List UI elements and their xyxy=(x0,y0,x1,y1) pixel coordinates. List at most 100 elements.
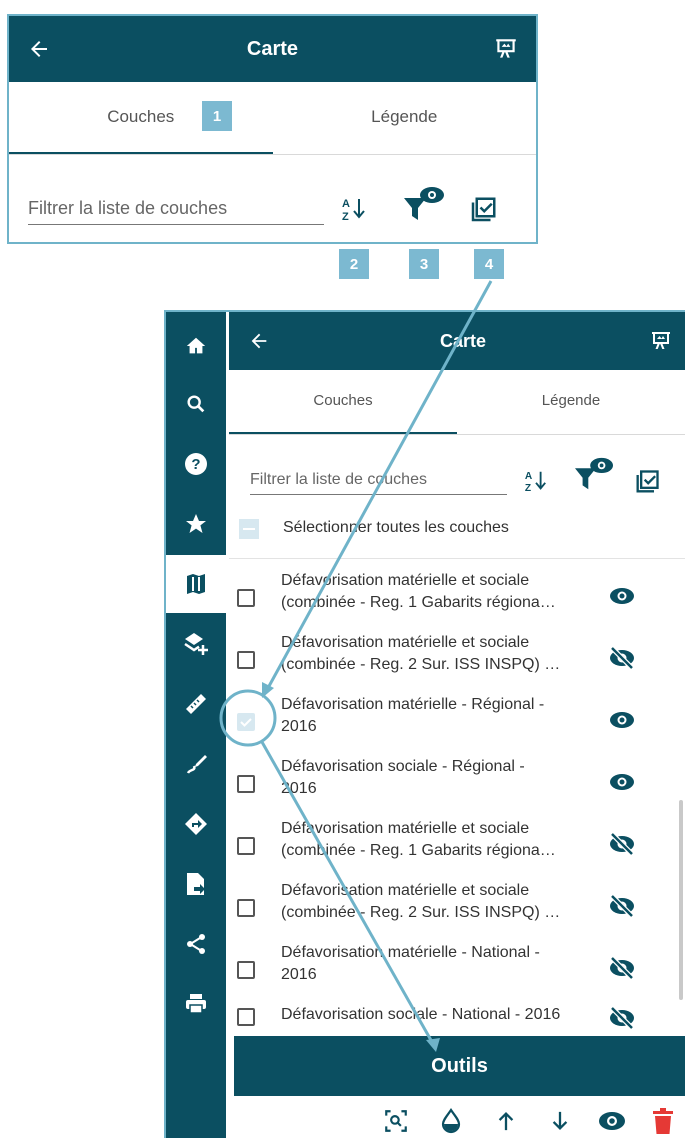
layer-row[interactable]: Défavorisation matérielle et sociale (com… xyxy=(229,878,685,940)
callout-badge-4: 4 xyxy=(474,249,504,279)
callout-badge-2: 2 xyxy=(339,249,369,279)
layer-name-line1: Défavorisation matérielle et sociale xyxy=(281,634,530,651)
sort-az-icon[interactable]: AZ xyxy=(339,194,369,224)
svg-text:A: A xyxy=(342,198,350,210)
layer-checkbox[interactable] xyxy=(237,589,255,607)
bottom-filter-visible-icon[interactable] xyxy=(572,455,616,493)
draw-icon xyxy=(186,755,207,774)
top-tab-couches[interactable]: Couches xyxy=(9,82,273,154)
tools-bar[interactable]: Outils xyxy=(234,1036,685,1096)
top-tab-couches-label: Couches xyxy=(107,107,175,126)
sidebar-item-draw[interactable] xyxy=(166,735,226,793)
sidebar-item-favorites[interactable] xyxy=(166,495,226,553)
sidebar-item-directions[interactable] xyxy=(166,795,226,853)
bottom-select-all-icon[interactable] xyxy=(632,467,662,497)
top-tab-legende-label: Légende xyxy=(371,107,438,126)
search-icon xyxy=(187,395,205,413)
top-header-title: Carte xyxy=(246,37,299,60)
eye-off-icon[interactable] xyxy=(608,954,636,982)
bottom-back-arrow-icon[interactable] xyxy=(229,330,289,352)
eye-off-icon[interactable] xyxy=(608,892,636,920)
bottom-presentation-icon[interactable] xyxy=(637,329,685,353)
layer-row[interactable]: Défavorisation matérielle - National - 20… xyxy=(229,940,685,1002)
callout-badge-3: 3 xyxy=(409,249,439,279)
eye-off-icon[interactable] xyxy=(608,830,636,858)
layer-name-line2: (combinée - Reg. 2 Sur. ISS INSPQ) … xyxy=(281,904,561,921)
layer-name-line2: (combinée - Reg. 1 Gabarits régiona… xyxy=(281,842,556,859)
layer-name-line1: Défavorisation matérielle - Régional - xyxy=(281,696,545,713)
bottom-tab-legende[interactable]: Légende xyxy=(457,370,685,434)
move-down-icon[interactable] xyxy=(545,1106,575,1136)
layer-name-line2: 2016 xyxy=(281,966,317,983)
layer-checkbox[interactable] xyxy=(237,837,255,855)
sidebar-item-help[interactable]: ? xyxy=(166,435,226,493)
star-icon xyxy=(186,514,206,533)
top-filter-input[interactable] xyxy=(28,192,324,225)
bottom-header: Carte xyxy=(229,312,685,370)
tools-label: Outils xyxy=(431,1054,488,1077)
layer-list-scrollbar[interactable] xyxy=(679,570,683,1028)
bottom-tab-legende-label: Légende xyxy=(541,392,601,409)
back-arrow-icon[interactable] xyxy=(9,37,69,61)
bottom-filter-input[interactable] xyxy=(250,466,507,495)
layer-name-line1: Défavorisation matérielle et sociale xyxy=(281,820,530,837)
layer-row[interactable]: Défavorisation matérielle - Régional - 20… xyxy=(229,692,685,754)
sidebar-rail: ? xyxy=(166,312,226,1138)
select-all-row[interactable]: Sélectionner toutes les couches xyxy=(229,512,685,559)
callout-badge-1: 1 xyxy=(202,101,232,131)
select-all-label: Sélectionner toutes les couches xyxy=(283,519,509,536)
layer-checkbox[interactable] xyxy=(237,651,255,669)
scrollbar-thumb[interactable] xyxy=(679,800,683,1000)
eye-icon[interactable] xyxy=(608,582,636,610)
sidebar-item-print[interactable] xyxy=(166,975,226,1033)
svg-text:Z: Z xyxy=(342,211,349,223)
eye-off-icon[interactable] xyxy=(608,644,636,672)
directions-icon xyxy=(185,813,207,835)
bottom-sort-az-icon[interactable]: AZ xyxy=(523,467,549,495)
main-panel: Carte Couches Légende AZ Sélectionner to… xyxy=(229,312,685,1138)
layer-name-line1: Défavorisation matérielle et sociale xyxy=(281,572,530,589)
import-file-icon xyxy=(187,873,205,895)
layer-checkbox[interactable] xyxy=(237,713,255,731)
sidebar-item-add-layer[interactable] xyxy=(166,615,226,673)
visibility-icon[interactable] xyxy=(597,1106,627,1136)
sidebar-item-map[interactable] xyxy=(166,555,226,613)
filter-visible-icon[interactable] xyxy=(402,184,446,224)
bottom-tab-couches[interactable]: Couches xyxy=(229,370,457,434)
layer-checkbox[interactable] xyxy=(237,775,255,793)
layer-list: Défavorisation matérielle et sociale (com… xyxy=(229,568,685,1034)
eye-off-icon[interactable] xyxy=(608,1004,636,1032)
opacity-icon[interactable] xyxy=(436,1106,466,1136)
map-icon xyxy=(187,574,205,594)
move-up-icon[interactable] xyxy=(491,1106,521,1136)
layer-checkbox[interactable] xyxy=(237,899,255,917)
print-icon xyxy=(186,994,206,1014)
svg-text:A: A xyxy=(525,471,533,482)
layer-row[interactable]: Défavorisation matérielle et sociale (com… xyxy=(229,816,685,878)
layer-checkbox[interactable] xyxy=(237,1008,255,1026)
top-tabs: Couches Légende xyxy=(9,82,536,155)
sidebar-item-measure[interactable] xyxy=(166,675,226,733)
help-icon: ? xyxy=(185,453,207,475)
delete-icon[interactable] xyxy=(648,1106,678,1136)
top-tab-legende[interactable]: Légende xyxy=(273,82,537,154)
share-icon xyxy=(187,934,205,954)
layer-row[interactable]: Défavorisation matérielle et sociale (com… xyxy=(229,568,685,630)
sidebar-item-share[interactable] xyxy=(166,915,226,973)
sidebar-item-import[interactable] xyxy=(166,855,226,913)
layer-name-line2: (combinée - Reg. 1 Gabarits régiona… xyxy=(281,594,556,611)
eye-icon[interactable] xyxy=(608,706,636,734)
layer-row[interactable]: Défavorisation matérielle et sociale (com… xyxy=(229,630,685,692)
sidebar-item-home[interactable] xyxy=(166,317,226,375)
layer-row[interactable]: Défavorisation sociale - Régional - 2016 xyxy=(229,754,685,816)
select-all-icon[interactable] xyxy=(467,194,499,226)
layer-checkbox[interactable] xyxy=(237,961,255,979)
presentation-icon[interactable] xyxy=(476,36,536,62)
layer-name-line2: 2016 xyxy=(281,718,317,735)
bottom-header-title: Carte xyxy=(439,330,487,351)
layer-name-line2: 2016 xyxy=(281,780,317,797)
sidebar-item-search[interactable] xyxy=(166,375,226,433)
eye-icon[interactable] xyxy=(608,768,636,796)
select-all-checkbox[interactable] xyxy=(239,519,259,539)
zoom-to-layer-icon[interactable] xyxy=(381,1106,411,1136)
